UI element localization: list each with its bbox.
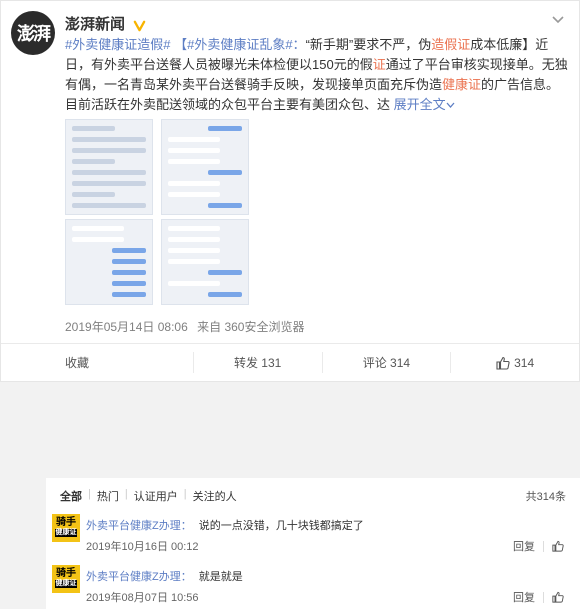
favorite-label: 收藏 <box>65 356 90 370</box>
topic-tag-link[interactable]: #外卖健康证造假# <box>65 37 170 52</box>
commenter-name[interactable]: 外卖平台健康Z办理： <box>86 520 192 532</box>
tab-all[interactable]: 全部 <box>60 488 82 504</box>
commenter-name[interactable]: 外卖平台健康Z办理： <box>86 571 192 583</box>
comment-button[interactable]: 评论 314 <box>321 352 451 373</box>
post-image-2[interactable] <box>161 119 249 215</box>
author-avatar[interactable]: 澎湃 <box>11 11 55 55</box>
comment-actions: 回复 <box>513 538 564 554</box>
post-meta: 2019年05月14日 08:06 来自 360安全浏览器 <box>65 318 304 335</box>
commenter-avatar[interactable]: 骑手 健康证 <box>52 514 80 542</box>
thumbs-up-icon <box>496 356 510 370</box>
weibo-post-card: 澎湃 澎湃新闻 #外卖健康证造假# 【#外卖健康证乱象#：“新手期”要求不严，伪… <box>0 0 580 382</box>
avatar-text: 骑手 <box>56 568 76 579</box>
post-source: 来自 360安全浏览器 <box>197 320 305 334</box>
comment-total-count: 共314条 <box>525 491 566 503</box>
chevron-down-icon <box>446 102 455 108</box>
comment-label: 评论 314 <box>362 356 411 370</box>
reply-button[interactable]: 回复 <box>513 538 535 554</box>
post-timestamp[interactable]: 2019年05月14日 08:06 <box>65 320 188 334</box>
topic-tag-link-2[interactable]: 【#外卖健康证乱象#： <box>174 37 305 52</box>
author-name-text[interactable]: 澎湃新闻 <box>65 16 125 33</box>
like-count: 314 <box>514 355 535 370</box>
expand-full-text-link[interactable]: 展开全文 <box>394 97 455 112</box>
tab-verified-users[interactable]: 认证用户 <box>134 488 178 504</box>
tab-hot[interactable]: 热门 <box>97 488 119 504</box>
chevron-down-icon[interactable] <box>551 15 565 25</box>
favorite-button[interactable]: 收藏 <box>1 352 193 373</box>
expand-label[interactable]: 展开全文 <box>394 97 446 112</box>
post-image-3[interactable] <box>65 219 153 305</box>
comment-body: 外卖平台健康Z办理： 说的一点没错，几十块钱都搞定了 <box>86 517 364 533</box>
keyword-highlight: 证 <box>372 57 386 72</box>
reply-button[interactable]: 回复 <box>513 589 535 605</box>
post-text: #外卖健康证造假# 【#外卖健康证乱象#：“新手期”要求不严，伪造假证成本低廉】… <box>65 35 571 115</box>
comment-text: 说的一点没错，几十块钱都搞定了 <box>198 520 364 532</box>
keyword-highlight: 造假证 <box>431 37 471 52</box>
author-name[interactable]: 澎湃新闻 <box>65 13 146 34</box>
comment-time: 2019年08月07日 10:56 <box>86 592 199 604</box>
tab-following[interactable]: 关注的人 <box>193 488 237 504</box>
verified-icon <box>133 20 146 31</box>
comment-time: 2019年10月16日 00:12 <box>86 541 199 553</box>
avatar-text: 骑手 <box>56 517 76 528</box>
post-image-1[interactable] <box>65 119 153 215</box>
post-action-bar: 收藏 转发 131 评论 314 314 <box>1 343 579 381</box>
thumbs-up-icon[interactable] <box>552 591 564 603</box>
like-button[interactable]: 314 <box>450 352 579 373</box>
comment-filter-tabs: 全部 | 热门 | 认证用户 | 关注的人 <box>60 488 237 504</box>
keyword-highlight: 健康证 <box>442 77 482 92</box>
post-text-segment: “新手期”要求不严，伪 <box>305 37 432 52</box>
repost-button[interactable]: 转发 131 <box>192 352 322 373</box>
comment-body: 外卖平台健康Z办理： 就是就是 <box>86 568 243 584</box>
repost-label: 转发 131 <box>233 356 282 370</box>
thumbs-up-icon[interactable] <box>552 540 564 552</box>
post-image-grid[interactable] <box>65 119 249 305</box>
post-image-4[interactable] <box>161 219 249 305</box>
commenter-avatar[interactable]: 骑手 健康证 <box>52 565 80 593</box>
comment-text: 就是就是 <box>198 571 243 583</box>
avatar-subtext: 健康证 <box>55 529 77 537</box>
comment-actions: 回复 <box>513 589 564 605</box>
avatar-subtext: 健康证 <box>55 580 77 588</box>
